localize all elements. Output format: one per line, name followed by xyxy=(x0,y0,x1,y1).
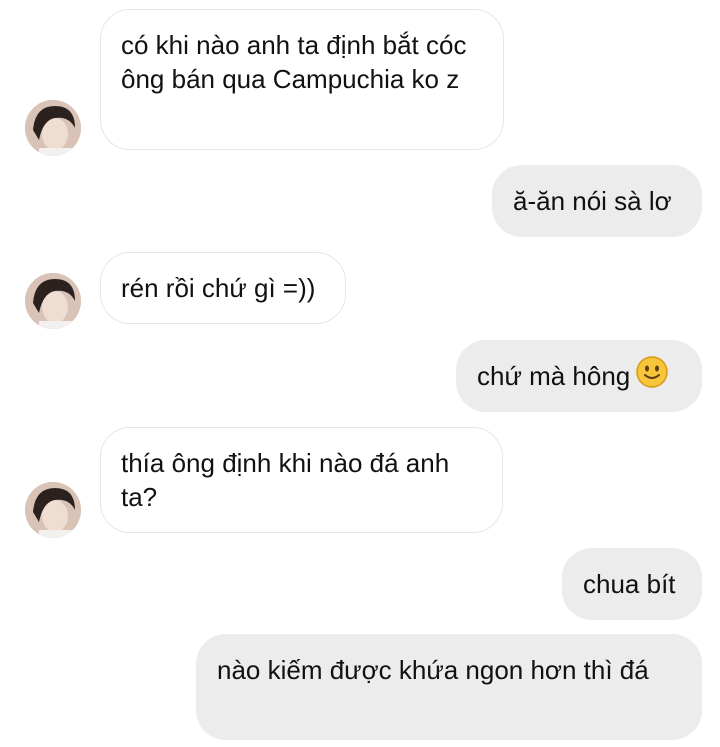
message-text: có khi nào anh ta định bắt cóc ông bán q… xyxy=(121,30,467,94)
avatar-image xyxy=(25,482,81,538)
message-text: chua bít xyxy=(583,569,676,599)
contact-avatar[interactable] xyxy=(25,100,81,156)
avatar-image xyxy=(25,273,81,329)
incoming-message-bubble[interactable]: thía ông định khi nào đá anh ta? xyxy=(100,427,503,533)
outgoing-message-bubble[interactable]: nào kiếm được khứa ngon hơn thì đá xyxy=(196,634,702,740)
contact-avatar[interactable] xyxy=(25,273,81,329)
message-text: rén rồi chứ gì =)) xyxy=(121,273,316,303)
message-text: thía ông định khi nào đá anh ta? xyxy=(121,448,450,512)
slightly-smiling-face-icon xyxy=(636,356,669,396)
outgoing-message-bubble[interactable]: chua bít xyxy=(562,548,702,620)
incoming-message-bubble[interactable]: rén rồi chứ gì =)) xyxy=(100,252,346,324)
outgoing-message-bubble[interactable]: chứ mà hông xyxy=(456,340,702,412)
avatar-image xyxy=(25,100,81,156)
message-text: ă-ăn nói sà lơ xyxy=(513,186,672,216)
contact-avatar[interactable] xyxy=(25,482,81,538)
message-text: nào kiếm được khứa ngon hơn thì đá xyxy=(217,655,649,685)
incoming-message-bubble[interactable]: có khi nào anh ta định bắt cóc ông bán q… xyxy=(100,9,504,150)
message-text: chứ mà hông xyxy=(477,361,631,391)
outgoing-message-bubble[interactable]: ă-ăn nói sà lơ xyxy=(492,165,702,237)
